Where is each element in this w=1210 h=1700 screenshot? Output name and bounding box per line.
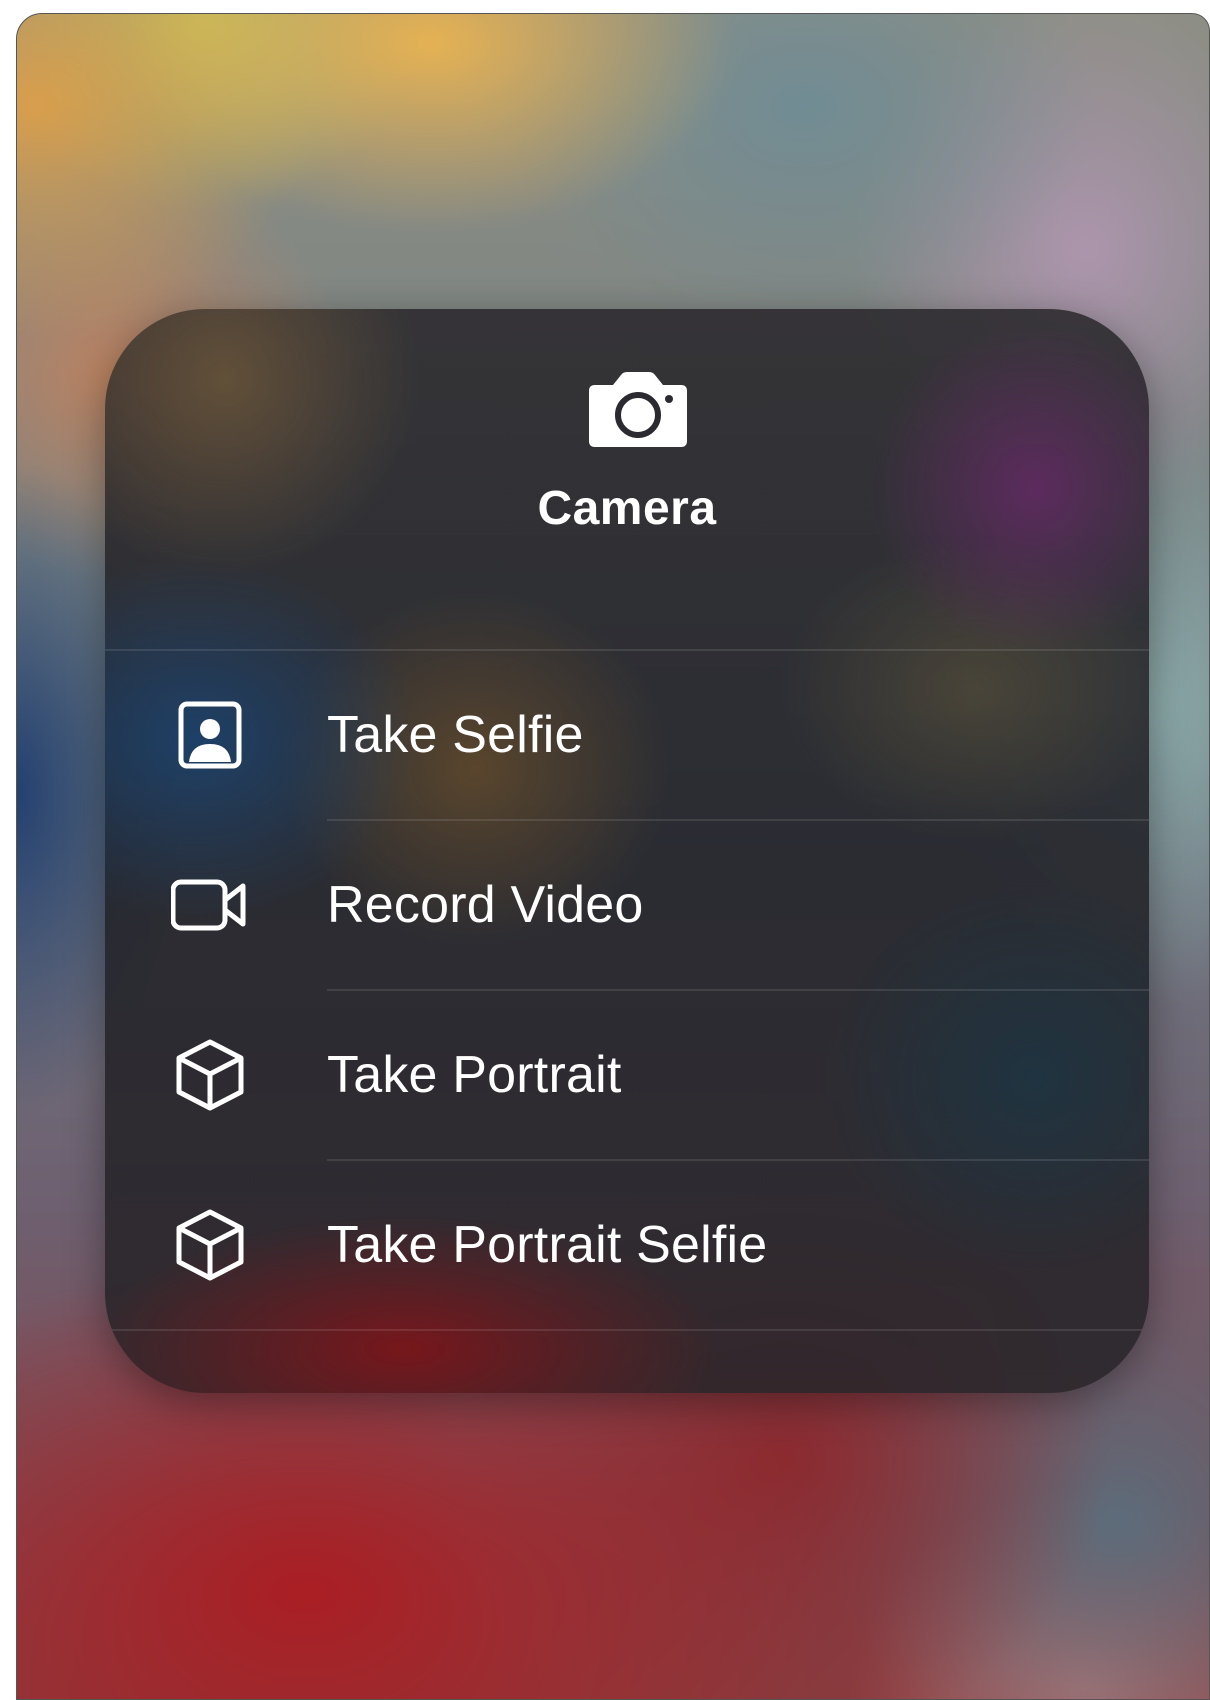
camera-icon <box>583 369 693 449</box>
take-selfie-label: Take Selfie <box>327 706 584 764</box>
record-video-action[interactable]: Record Video <box>105 821 1149 989</box>
screen-frame: Camera Take Selfie Record Video Take Por… <box>16 13 1210 1700</box>
cube-icon <box>171 1036 249 1114</box>
bottom-divider <box>105 1329 1149 1331</box>
video-camera-icon <box>171 866 249 944</box>
take-portrait-selfie-label: Take Portrait Selfie <box>327 1216 768 1274</box>
record-video-label: Record Video <box>327 876 644 934</box>
menu-header: Camera <box>105 309 1149 649</box>
take-portrait-selfie-action[interactable]: Take Portrait Selfie <box>105 1161 1149 1329</box>
cube-icon <box>171 1206 249 1284</box>
menu-title: Camera <box>537 482 717 535</box>
take-portrait-label: Take Portrait <box>327 1046 622 1104</box>
take-selfie-action[interactable]: Take Selfie <box>105 651 1149 819</box>
camera-quick-actions-menu: Camera Take Selfie Record Video Take Por… <box>105 309 1149 1393</box>
take-portrait-action[interactable]: Take Portrait <box>105 991 1149 1159</box>
selfie-icon <box>171 696 249 774</box>
